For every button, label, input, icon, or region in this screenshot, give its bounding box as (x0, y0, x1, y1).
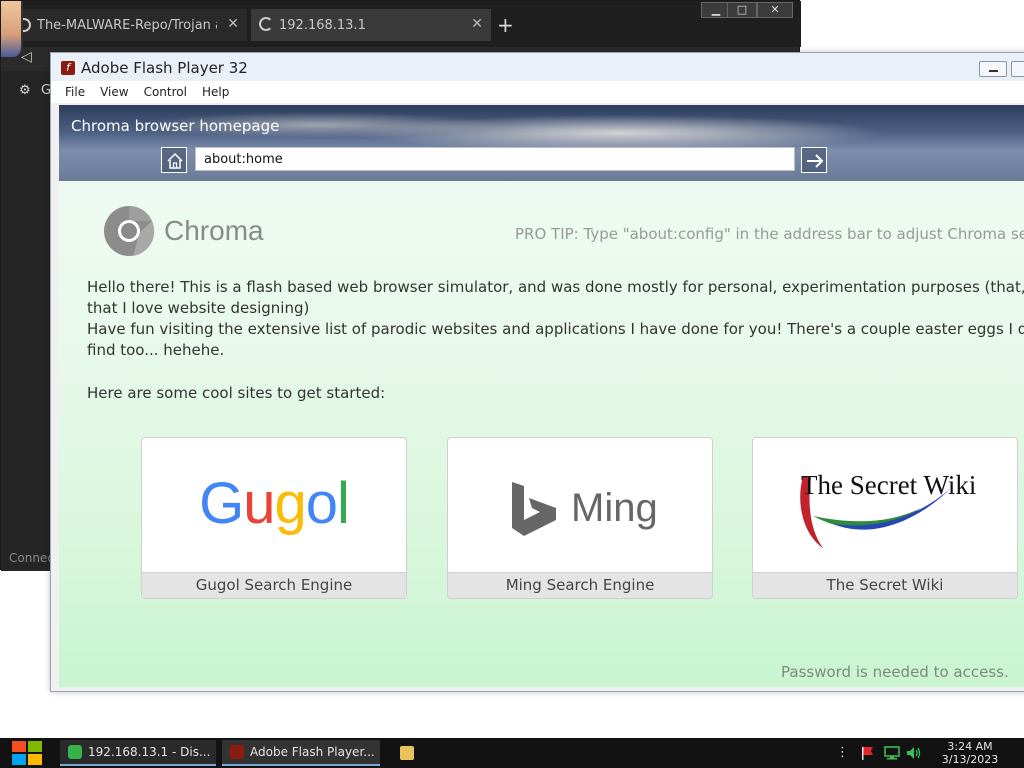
close-tab-icon[interactable]: ✕ (471, 16, 483, 32)
address-bar-input[interactable] (195, 147, 795, 171)
gugol-logo-letter: u (243, 471, 275, 536)
go-button[interactable] (801, 147, 827, 173)
site-card-ming[interactable]: Ming Ming Search Engine (447, 437, 713, 599)
taskbar-item-flash-player[interactable]: Adobe Flash Player... (222, 740, 380, 766)
ming-logo-icon (512, 482, 556, 536)
taskbar-item-file-explorer[interactable] (388, 740, 424, 766)
windows-start-icon[interactable] (10, 740, 44, 766)
chroma-brand-name: Chroma (164, 215, 264, 246)
intro-text: Have fun visiting the extensive list of … (87, 320, 1024, 338)
chroma-logo-icon (104, 205, 155, 256)
gugol-logo-letter: g (274, 471, 306, 536)
home-icon (167, 152, 183, 169)
taskbar: 192.168.13.1 - Dis... Adobe Flash Player… (0, 738, 1024, 768)
taskbar-item-label: Adobe Flash Player... (250, 745, 375, 759)
taskbar-item-remote-desktop[interactable]: 192.168.13.1 - Dis... (60, 740, 216, 766)
tray-overflow-icon[interactable]: ⋮ (836, 745, 849, 760)
gear-icon[interactable]: ⚙ (19, 83, 31, 98)
gugol-logo-letter: o (305, 471, 338, 536)
loading-spinner-icon (259, 17, 273, 31)
tab-title: 192.168.13.1 (279, 17, 366, 33)
tab-title: The-MALWARE-Repo/Trojan at (37, 17, 217, 33)
minimize-button[interactable] (979, 61, 1007, 77)
new-tab-button[interactable]: + (497, 13, 514, 37)
intro-paragraph-1: Hello there! This is a flash based web b… (87, 277, 1024, 319)
site-card-label: The Secret Wiki (753, 572, 1017, 598)
menu-help[interactable]: Help (202, 85, 229, 99)
arrow-right-icon (807, 154, 824, 168)
gugol-logo-letter: G (199, 471, 244, 536)
network-icon[interactable] (884, 746, 900, 760)
gugol-logo: Gugol (142, 470, 406, 537)
secret-wiki-logo-text: The Secret Wiki (801, 470, 977, 500)
system-clock[interactable]: 3:24 AM 3/13/2023 (930, 740, 1010, 766)
close-button[interactable]: ✕ (757, 2, 793, 18)
action-center-flag-icon[interactable] (860, 746, 874, 760)
volume-icon[interactable] (906, 746, 922, 760)
menu-file[interactable]: File (65, 85, 85, 99)
chroma-browser-content: Chroma browser homepage Chroma (59, 105, 1024, 687)
flash-app-icon: f (61, 61, 75, 75)
clock-time: 3:24 AM (947, 740, 993, 753)
ming-logo-text: Ming (571, 486, 658, 530)
window-title: Adobe Flash Player 32 (81, 59, 248, 77)
background-tab-remote[interactable]: 192.168.13.1 ✕ (251, 9, 491, 41)
site-card-gugol[interactable]: Gugol Gugol Search Engine (141, 437, 407, 599)
menu-bar: File View Control Help (51, 81, 1024, 103)
close-tab-icon[interactable]: ✕ (227, 16, 239, 32)
menu-view[interactable]: View (100, 85, 128, 99)
chroma-header: Chroma browser homepage (59, 105, 1024, 181)
pro-tip: PRO TIP: Type "about:config" in the addr… (515, 225, 1024, 243)
gugol-logo-letter: l (337, 471, 350, 536)
background-tab-malware-repo[interactable]: The-MALWARE-Repo/Trojan at ✕ (7, 9, 247, 41)
maximize-button[interactable]: □ (727, 2, 757, 18)
menu-control[interactable]: Control (144, 85, 187, 99)
password-note: Password is needed to access. (781, 663, 1009, 681)
intro-text: Hello there! This is a flash based web b… (87, 278, 1024, 296)
flash-player-window: f Adobe Flash Player 32 File View Contro… (50, 52, 1024, 692)
intro-paragraph-2: Have fun visiting the extensive list of … (87, 319, 1024, 361)
flash-app-icon (230, 745, 244, 759)
clock-date: 3/13/2023 (941, 753, 999, 766)
site-card-secret-wiki[interactable]: The Secret Wiki The Secret Wiki (752, 437, 1018, 599)
intro-text: find too... hehehe. (87, 341, 225, 359)
folder-icon (400, 746, 414, 760)
connection-status: Connec (9, 551, 54, 565)
taskbar-item-label: 192.168.13.1 - Dis... (88, 745, 211, 759)
background-side-panel: ⚙ G Connec (1, 71, 54, 571)
background-tab-bar: The-MALWARE-Repo/Trojan at ✕ 192.168.13.… (1, 1, 801, 47)
site-card-label: Gugol Search Engine (142, 572, 406, 598)
intro-text: that I love website designing) (87, 299, 310, 317)
page-title: Chroma browser homepage (71, 117, 280, 135)
site-card-label: Ming Search Engine (448, 572, 712, 598)
intro-paragraph-3: Here are some cool sites to get started: (87, 384, 386, 402)
remote-desktop-icon (68, 745, 82, 759)
title-bar[interactable]: f Adobe Flash Player 32 (51, 53, 1024, 81)
maximize-button[interactable] (1011, 61, 1024, 77)
back-arrow-icon[interactable]: ◁ (21, 49, 32, 65)
home-button[interactable] (161, 147, 187, 173)
avatar (1, 1, 23, 57)
